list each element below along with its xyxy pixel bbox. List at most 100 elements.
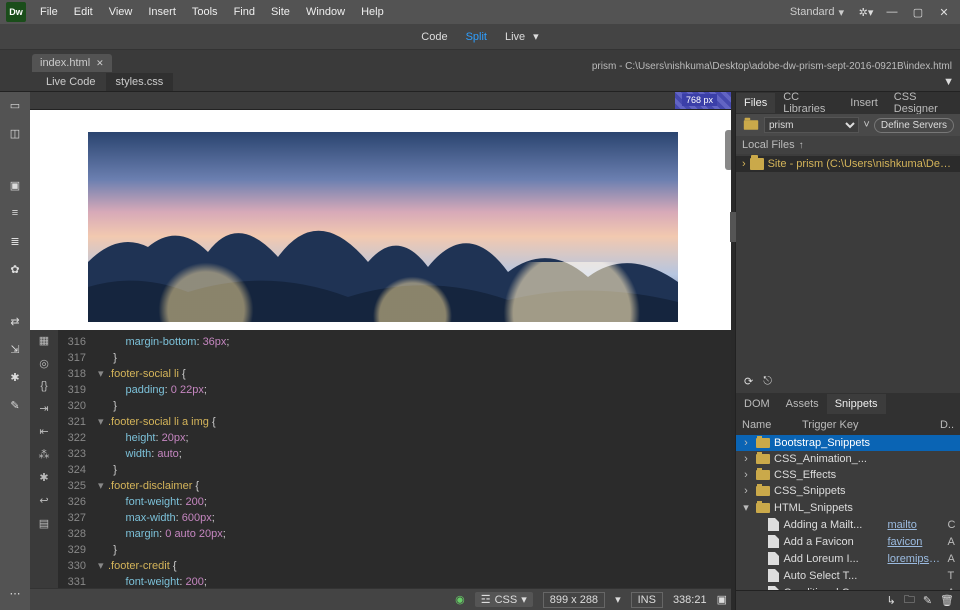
panel-divider[interactable] <box>731 92 735 610</box>
site-selector[interactable]: prism <box>764 117 859 133</box>
list-icon[interactable]: ≡ <box>6 204 24 222</box>
menu-window[interactable]: Window <box>298 6 353 18</box>
panel-toggle-icon[interactable]: ▣ <box>717 593 727 606</box>
live-preview[interactable] <box>30 110 735 330</box>
page-icon[interactable]: ▤ <box>39 517 49 530</box>
tree-root[interactable]: › Site - prism (C:\Users\nishkuma\Deskto… <box>736 156 960 172</box>
snip-row[interactable]: Adding a Mailt...mailtoC <box>736 516 960 533</box>
shuffle-icon[interactable]: ⇄ <box>6 312 24 330</box>
menu-view[interactable]: View <box>101 6 141 18</box>
insert-mode[interactable]: INS <box>631 592 663 608</box>
document-tab[interactable]: index.html ✕ <box>32 54 112 72</box>
asterisk-icon[interactable]: ✱ <box>6 368 24 386</box>
twist-icon[interactable]: ▾ <box>740 501 752 514</box>
indent-icon[interactable]: ⇥ <box>39 402 48 415</box>
dims-chevron-icon[interactable]: ▾ <box>615 593 621 606</box>
menu-help[interactable]: Help <box>353 6 392 18</box>
dom-icon[interactable]: ▦ <box>39 334 49 347</box>
snip-row[interactable]: ›CSS_Effects <box>736 467 960 483</box>
close-icon[interactable]: ✕ <box>934 5 954 19</box>
brackets-icon[interactable]: {} <box>40 380 47 392</box>
menu-site[interactable]: Site <box>263 6 298 18</box>
target-icon[interactable]: ◎ <box>39 357 49 370</box>
snip-row[interactable]: ›CSS_Animation_... <box>736 451 960 467</box>
snip-row[interactable]: ›CSS_Snippets <box>736 483 960 499</box>
document-tab-label: index.html <box>40 57 90 69</box>
minimize-icon[interactable]: — <box>882 5 902 19</box>
view-code[interactable]: Code <box>421 31 447 43</box>
twist-icon[interactable]: › <box>740 469 752 481</box>
d-column: D.. <box>940 419 954 431</box>
link-icon[interactable]: ⎋ <box>763 375 772 388</box>
define-servers-button[interactable]: Define Servers <box>874 118 954 133</box>
document-tabs: index.html ✕ prism - C:\Users\nishkuma\D… <box>0 50 960 72</box>
ptab-dom[interactable]: DOM <box>736 394 778 414</box>
code-body[interactable]: margin-bottom: 36px; } ▾.footer-social l… <box>92 330 735 588</box>
lines-icon[interactable]: ≣ <box>6 232 24 250</box>
close-tab-icon[interactable]: ✕ <box>96 58 104 69</box>
new-snippet-icon[interactable]: ✎ <box>923 594 932 607</box>
ptab-insert[interactable]: Insert <box>842 93 886 113</box>
collapse-icon[interactable]: ⇲ <box>6 340 24 358</box>
outdent-icon[interactable]: ⇤ <box>39 425 48 438</box>
maximize-icon[interactable]: ▢ <box>908 5 928 19</box>
file-icon <box>768 552 779 565</box>
menu-tools[interactable]: Tools <box>184 6 226 18</box>
snippets-header: Name Trigger Key D.. <box>736 415 960 435</box>
ptab-files[interactable]: Files <box>736 93 775 113</box>
twist-icon[interactable]: › <box>740 485 752 497</box>
view-split[interactable]: Split <box>466 31 487 43</box>
expand-icon[interactable]: › <box>742 158 746 170</box>
sync-ok-icon: ◉ <box>455 593 465 606</box>
menu-find[interactable]: Find <box>226 6 263 18</box>
sync-settings-icon[interactable]: ✲▾ <box>856 5 876 19</box>
snip-row[interactable]: ▾HTML_Snippets <box>736 499 960 516</box>
menu-file[interactable]: File <box>32 6 66 18</box>
snippets-list[interactable]: ›Bootstrap_Snippets›CSS_Animation_...›CS… <box>736 435 960 590</box>
file-icon[interactable]: ▭ <box>6 96 24 114</box>
snip-row[interactable]: Add Loreum I...loremipsumA <box>736 550 960 567</box>
delete-icon[interactable]: 🗑 <box>940 594 954 607</box>
chevron-down-icon: ˅ <box>863 119 869 131</box>
folder-icon <box>756 503 770 513</box>
file-tree[interactable]: › Site - prism (C:\Users\nishkuma\Deskto… <box>736 154 960 174</box>
viewport-dims: 899 x 288 <box>543 592 605 608</box>
wand-icon[interactable]: ✎ <box>6 396 24 414</box>
code-editor[interactable]: ▦ ◎ {} ⇥ ⇤ ⁂ ✱ ↩ ▤ 316317318319320321322… <box>30 330 735 588</box>
subtab-livecode[interactable]: Live Code <box>36 73 106 91</box>
folder-icon <box>744 120 758 130</box>
wrap-icon[interactable]: ↩ <box>39 494 48 507</box>
workspace-switcher[interactable]: Standard ▾ <box>784 4 850 21</box>
trigger-column[interactable]: Trigger Key <box>802 419 926 431</box>
snip-row[interactable]: Auto Select T...T <box>736 567 960 584</box>
twist-icon[interactable]: › <box>740 437 752 449</box>
new-folder-icon[interactable]: 🗀 <box>904 591 915 610</box>
comment-icon[interactable]: ⁂ <box>39 448 50 461</box>
chevron-down-icon[interactable]: ▾ <box>533 30 539 43</box>
ptab-snippets[interactable]: Snippets <box>827 394 886 414</box>
tree-root-label: Site - prism (C:\Users\nishkuma\Desktop\… <box>768 158 954 170</box>
star-icon[interactable]: ✱ <box>39 471 48 484</box>
arrow-icon[interactable]: ↳ <box>887 594 896 607</box>
subtab-stylescss[interactable]: styles.css <box>106 73 174 91</box>
snip-row[interactable]: ›Bootstrap_Snippets <box>736 435 960 451</box>
name-column[interactable]: Name <box>742 419 788 431</box>
gear-icon[interactable]: ✿ <box>6 260 24 278</box>
twist-icon[interactable]: › <box>740 453 752 465</box>
app-logo: Dw <box>6 2 26 22</box>
document-path: prism - C:\Users\nishkuma\Desktop\adobe-… <box>592 61 960 72</box>
snip-row[interactable]: Add a FaviconfaviconA <box>736 533 960 550</box>
more-icon[interactable]: ⋯ <box>6 584 24 602</box>
refresh-icon[interactable]: ⟳ <box>744 375 753 388</box>
menu-edit[interactable]: Edit <box>66 6 101 18</box>
filter-icon[interactable]: ▼ <box>943 76 954 88</box>
file-icon <box>768 569 779 582</box>
device-icon[interactable]: ▣ <box>6 176 24 194</box>
menu-insert[interactable]: Insert <box>140 6 184 18</box>
folder-icon <box>756 454 770 464</box>
view-live[interactable]: Live <box>505 31 525 43</box>
language-indicator[interactable]: ☲ CSS ▾ <box>475 592 533 607</box>
local-files-header[interactable]: Local Files ↑ <box>736 136 960 154</box>
ptab-assets[interactable]: Assets <box>778 394 827 414</box>
inspect-icon[interactable]: ◫ <box>6 124 24 142</box>
